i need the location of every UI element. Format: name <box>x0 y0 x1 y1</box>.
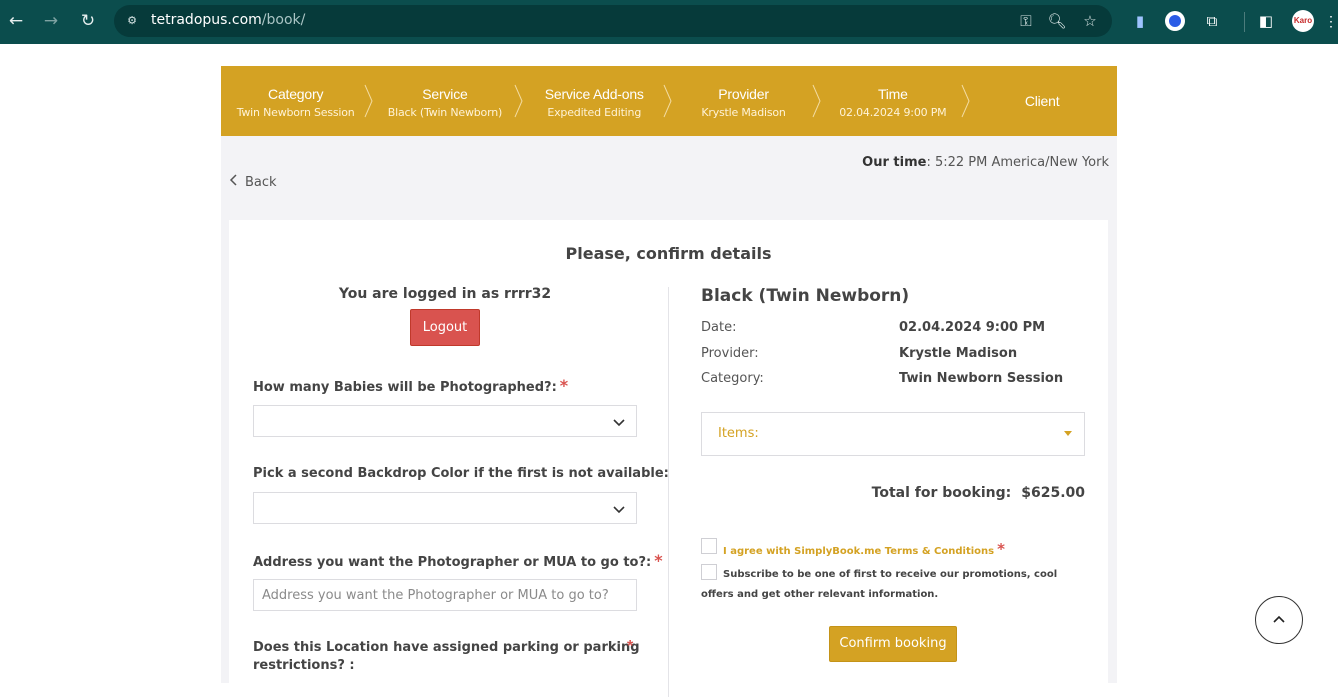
column-divider <box>668 287 669 697</box>
toolbar-divider <box>1244 12 1245 32</box>
terms-link[interactable]: I agree with SimplyBook.me Terms & Condi… <box>723 540 1005 558</box>
extensions-puzzle-icon[interactable]: ⧉ <box>1201 10 1223 32</box>
booking-page: Category Twin Newborn Session Service Bl… <box>221 66 1117 697</box>
logged-in-text: You are logged in as rrrr32 <box>338 286 552 302</box>
forward-arrow-icon[interactable]: → <box>38 8 64 34</box>
our-time: Our time: 5:22 PM America/New York <box>862 155 1109 170</box>
items-dropdown[interactable]: Items: <box>701 412 1085 456</box>
browser-menu-icon[interactable]: ⋮ <box>1324 10 1338 32</box>
category-label: Category: <box>701 371 764 386</box>
provider-value: Krystle Madison <box>899 346 1018 361</box>
back-link[interactable]: Back <box>229 174 277 190</box>
bookmark-star-icon[interactable]: ☆ <box>1080 11 1100 31</box>
address-bar[interactable]: ⚙ tetradopus.com/book/ ⚿ 🔍︎ ☆ <box>114 5 1112 37</box>
service-name: Black (Twin Newborn) <box>701 286 910 306</box>
total-amount: $625.00 <box>1021 485 1085 501</box>
parking-required-marker: * <box>627 638 634 655</box>
chevron-down-icon <box>613 506 625 514</box>
chevron-up-icon <box>1273 615 1285 623</box>
category-value: Twin Newborn Session <box>899 371 1064 386</box>
parking-question-label: Does this Location have assigned parking… <box>253 640 640 673</box>
backdrop-select[interactable] <box>253 492 637 524</box>
chevron-down-icon <box>613 419 625 427</box>
key-icon[interactable]: ⚿ <box>1016 11 1036 31</box>
step-category[interactable]: Category Twin Newborn Session <box>221 66 373 136</box>
back-arrow-icon[interactable]: ← <box>3 8 29 34</box>
address-input[interactable] <box>253 579 637 611</box>
babies-select[interactable] <box>253 405 637 437</box>
date-value: 02.04.2024 9:00 PM <box>899 320 1046 335</box>
provider-label: Provider: <box>701 346 759 361</box>
logout-button[interactable]: Logout <box>410 309 480 346</box>
date-label: Date: <box>701 320 737 335</box>
step-service[interactable]: Service Black (Twin Newborn) <box>370 66 523 136</box>
booking-total: Total for booking: $625.00 <box>871 485 1085 501</box>
extension-doc-icon[interactable]: ▮ <box>1129 10 1151 32</box>
extension-chat-icon[interactable] <box>1164 10 1186 32</box>
scroll-to-top-button[interactable] <box>1255 596 1303 644</box>
profile-avatar[interactable]: Karo <box>1292 10 1314 32</box>
subscribe-label: Subscribe to be one of first to receive … <box>701 569 1058 600</box>
site-settings-icon[interactable]: ⚙ <box>124 13 140 29</box>
terms-checkbox[interactable] <box>701 538 717 554</box>
chevron-left-icon <box>229 174 237 190</box>
side-panel-icon[interactable]: ◧ <box>1255 10 1277 32</box>
url-text[interactable]: tetradopus.com/book/ <box>151 12 305 28</box>
step-service-addons[interactable]: Service Add-ons Expedited Editing <box>520 66 672 136</box>
confirm-booking-button[interactable]: Confirm booking <box>829 626 957 662</box>
babies-question-label: How many Babies will be Photographed?: * <box>253 376 569 396</box>
booking-steps: Category Twin Newborn Session Service Bl… <box>221 66 1117 136</box>
step-client[interactable]: Client <box>967 66 1116 136</box>
step-time[interactable]: Time 02.04.2024 9:00 PM <box>818 66 971 136</box>
address-question-label: Address you want the Photographer or MUA… <box>253 551 663 571</box>
reload-icon[interactable]: ↻ <box>75 8 101 34</box>
zoom-icon[interactable]: 🔍︎ <box>1047 11 1067 31</box>
browser-toolbar: ← → ↻ ⚙ tetradopus.com/book/ ⚿ 🔍︎ ☆ ▮ ⧉ … <box>0 0 1338 44</box>
step-provider[interactable]: Provider Krystle Madison <box>669 66 821 136</box>
card-title: Please, confirm details <box>565 244 772 263</box>
caret-down-icon <box>1064 431 1072 436</box>
confirm-card: Please, confirm details You are logged i… <box>229 220 1108 697</box>
backdrop-question-label: Pick a second Backdrop Color if the firs… <box>253 466 669 481</box>
